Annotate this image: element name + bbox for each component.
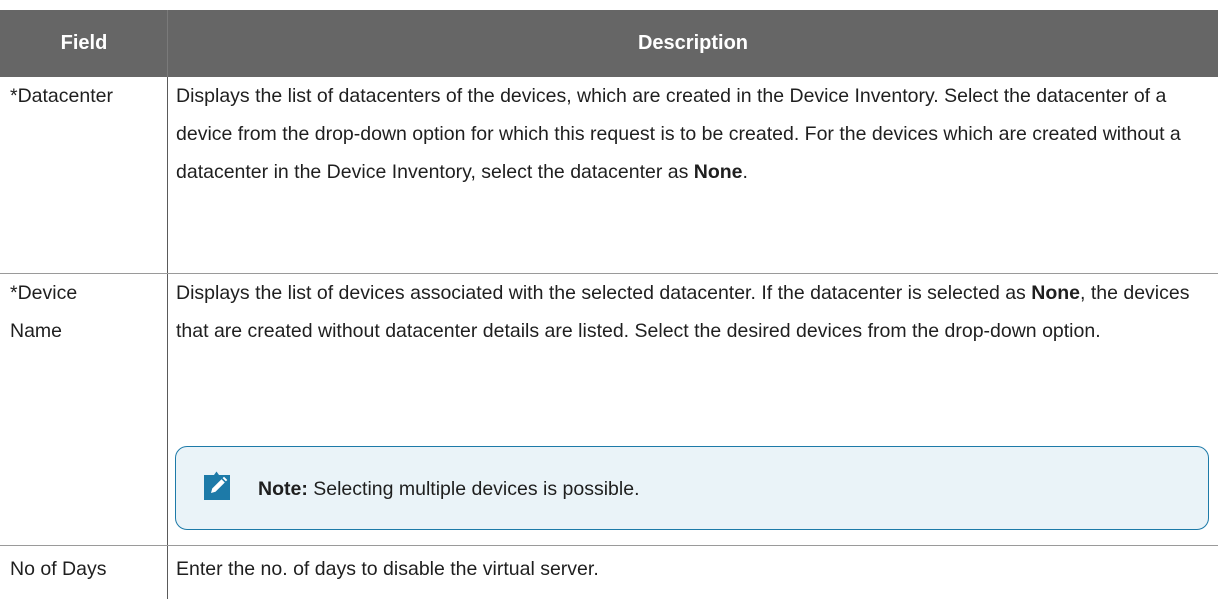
field-description: Displays the list of devices associated … xyxy=(176,282,1190,342)
none-value: None xyxy=(1031,282,1080,304)
note-callout: Note: Selecting multiple devices is poss… xyxy=(175,446,1209,530)
field-name: *Datacenter xyxy=(10,85,113,107)
column-divider xyxy=(167,274,168,545)
header-field: Field xyxy=(60,32,108,54)
column-divider xyxy=(167,77,168,273)
field-name: *Device Name xyxy=(10,282,78,342)
note-text: Note: Selecting multiple devices is poss… xyxy=(258,478,640,500)
header-description: Description xyxy=(637,32,749,54)
table-row: *Device Name Displays the list of device… xyxy=(0,274,1218,546)
field-description: Enter the no. of days to disable the vir… xyxy=(176,558,599,580)
field-description: Displays the list of datacenters of the … xyxy=(176,85,1181,183)
column-divider xyxy=(167,546,168,599)
table-header: Field Description xyxy=(0,10,1218,77)
pencil-note-icon xyxy=(201,469,233,503)
table-row: No of Days Enter the no. of days to disa… xyxy=(0,546,1218,599)
table-row: *Datacenter Displays the list of datacen… xyxy=(0,77,1218,274)
note-label: Note: xyxy=(258,478,308,500)
none-value: None xyxy=(693,161,743,183)
field-name: No of Days xyxy=(10,558,107,580)
